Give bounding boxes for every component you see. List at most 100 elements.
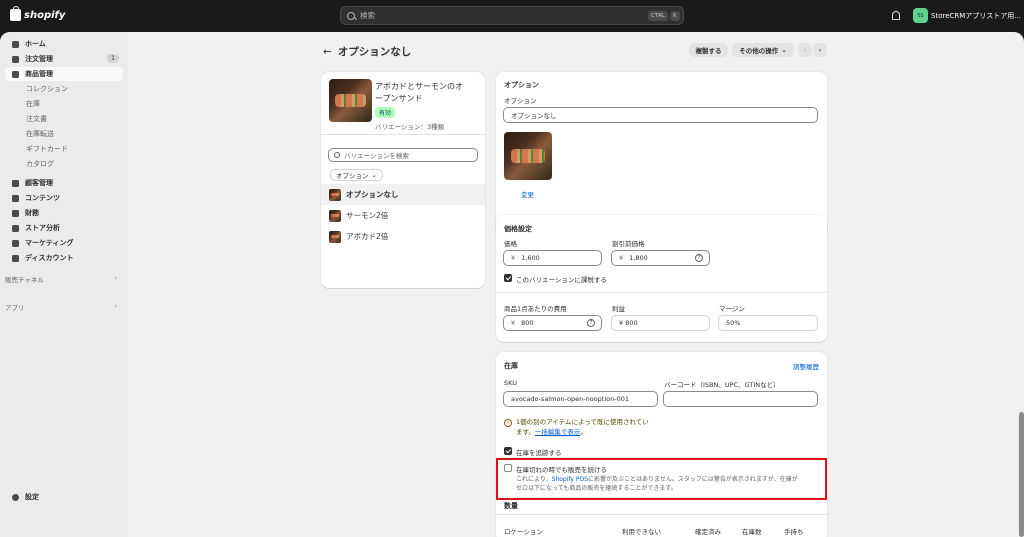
variant-count: バリエーション：3種類 [375,123,445,131]
option-filter[interactable]: オプション ⌄ [330,169,383,181]
sidebar-item-catalogs[interactable]: カタログ [5,157,123,171]
sidebar-item-products[interactable]: 商品管理 [5,67,123,81]
chevron-right-icon: › [114,274,117,282]
store-switcher[interactable]: SS StoreCRMアプリストア用... [913,8,1021,23]
product-image[interactable] [329,79,372,122]
bulk-edit-link[interactable]: 一括編集で表示 [535,428,581,436]
column-location: ロケーション [504,528,543,536]
track-inventory-label: 在庫を追跡する [516,449,562,457]
duplicate-button[interactable]: 複製する [689,43,728,57]
profit-label: 利益 [612,305,625,313]
content-icon [12,194,19,202]
compare-price-input[interactable]: ¥1,800? [611,250,710,266]
search-placeholder: 検索 [360,11,375,20]
variant-row[interactable]: サーモン2倍 [321,205,485,226]
variant-row[interactable]: アボカド2倍 [321,226,485,247]
global-search[interactable]: 検索 CTRL K [340,6,684,25]
variant-image[interactable] [504,132,552,180]
inventory-heading: 在庫 [504,362,518,370]
pricing-heading: 価格設定 [504,225,532,233]
scrollbar[interactable] [1019,412,1024,537]
shortcut-ctrl: CTRL [648,11,669,21]
pricing-card: 価格設定 価格 ¥1,600 割引前価格 ¥1,800? このバリエーションに課… [496,215,827,342]
orders-badge: 1 [107,54,119,63]
divider [496,292,827,293]
status-badge: 有効 [375,107,396,118]
tax-checkbox[interactable] [504,274,512,282]
sidebar-item-transfers[interactable]: 在庫転送 [5,127,123,141]
variant-thumbnail [329,230,341,243]
column-committed: 確定済み [695,528,721,536]
barcode-input[interactable] [663,391,818,407]
sidebar-item-finance[interactable]: 財務 [5,206,123,220]
product-name[interactable]: アボカドとサーモンのオ ープンサンド [375,81,463,105]
admin-app: ホーム 注文管理 1 商品管理 コレクション 在庫 注文書 在庫転送 ギフトカード… [0,32,1024,537]
home-icon [12,40,19,48]
sidebar-item-collections[interactable]: コレクション [5,82,123,96]
person-icon [12,179,19,187]
chevron-right-icon: › [114,302,117,310]
margin-label: マージン [719,305,745,313]
sidebar-item-marketing[interactable]: マーケティング [5,236,123,250]
column-unavailable: 利用できない [622,528,661,536]
sidebar-item-home[interactable]: ホーム [5,37,123,51]
back-arrow-icon[interactable]: ← [323,46,332,58]
discount-icon [12,254,19,262]
divider [321,134,485,135]
sidebar-item-analytics[interactable]: ストア分析 [5,221,123,235]
variant-search-input[interactable]: バリエーションを検索 [328,148,478,162]
sidebar-item-settings[interactable]: 設定 [5,490,123,504]
search-icon [347,11,355,20]
chevron-down-icon: ⌄ [781,46,787,54]
adjustment-history-link[interactable]: 調整履歴 [793,361,819,371]
bell-icon[interactable] [892,11,900,20]
column-available: 在庫数 [742,528,762,536]
chevron-down-icon: ⌄ [371,171,377,179]
page-title: ← オプションなし [323,45,412,59]
sidebar-item-gift-cards[interactable]: ギフトカード [5,142,123,156]
margin-field: 50% [718,315,818,331]
sidebar-item-inventory[interactable]: 在庫 [5,97,123,111]
sidebar-item-content[interactable]: コンテンツ [5,191,123,205]
change-image-link[interactable]: 変更 [521,189,534,199]
top-bar: shopify 検索 CTRL K SS StoreCRMアプリストア用... [0,0,1024,32]
sidebar: ホーム 注文管理 1 商品管理 コレクション 在庫 注文書 在庫転送 ギフトカード… [0,32,128,537]
next-button[interactable]: › [813,43,827,57]
help-icon[interactable]: ? [587,319,595,327]
cost-input[interactable]: ¥800? [503,315,602,331]
inbox-icon [12,55,19,63]
chart-icon [12,224,19,232]
prev-button[interactable]: ‹ [798,43,812,57]
column-on-hand: 手持ち [784,528,804,536]
option-field-label: オプション [504,97,537,105]
inventory-card: 在庫 調整履歴 SKU avocado-salmon-open-nooption… [496,352,827,537]
option-heading: オプション [504,81,539,89]
variant-thumbnail [329,188,341,201]
sidebar-sales-channels[interactable]: 販売チャネル › [5,274,123,284]
price-input[interactable]: ¥1,600 [503,250,602,266]
variant-row[interactable]: オプションなし [321,184,485,205]
shortcut-k: K [670,11,680,21]
sidebar-apps[interactable]: アプリ › [5,302,123,312]
variant-thumbnail [329,209,341,222]
track-inventory-checkbox[interactable] [504,447,512,455]
sku-input[interactable]: avocado-salmon-open-nooption-001 [503,391,658,407]
sidebar-item-orders[interactable]: 注文管理 1 [5,52,123,66]
sidebar-item-purchase-orders[interactable]: 注文書 [5,112,123,126]
help-icon[interactable]: ? [695,254,703,262]
profit-field: ¥ 800 [611,315,710,331]
shopify-logo[interactable]: shopify [10,6,65,21]
barcode-label: バーコード（ISBN、UPC、GTINなど） [664,381,780,389]
more-actions-button[interactable]: その他の操作 ⌄ [732,43,794,57]
sidebar-item-customers[interactable]: 顧客管理 [5,176,123,190]
price-label: 価格 [504,240,517,248]
sku-label: SKU [504,379,517,387]
gear-icon [12,493,19,501]
warning-icon: i [504,419,512,427]
sku-warning: 1個の別のアイテムによって既に使用されてい ます。一括編集で表示。 [516,418,649,436]
tax-label: このバリエーションに課税する [516,276,607,284]
highlight-box [496,458,827,500]
option-name-input[interactable]: オプションなし [503,107,818,123]
sidebar-item-discounts[interactable]: ディスカウント [5,251,123,265]
product-variants-card: アボカドとサーモンのオ ープンサンド 有効 バリエーション：3種類 バリエーション… [321,72,485,288]
